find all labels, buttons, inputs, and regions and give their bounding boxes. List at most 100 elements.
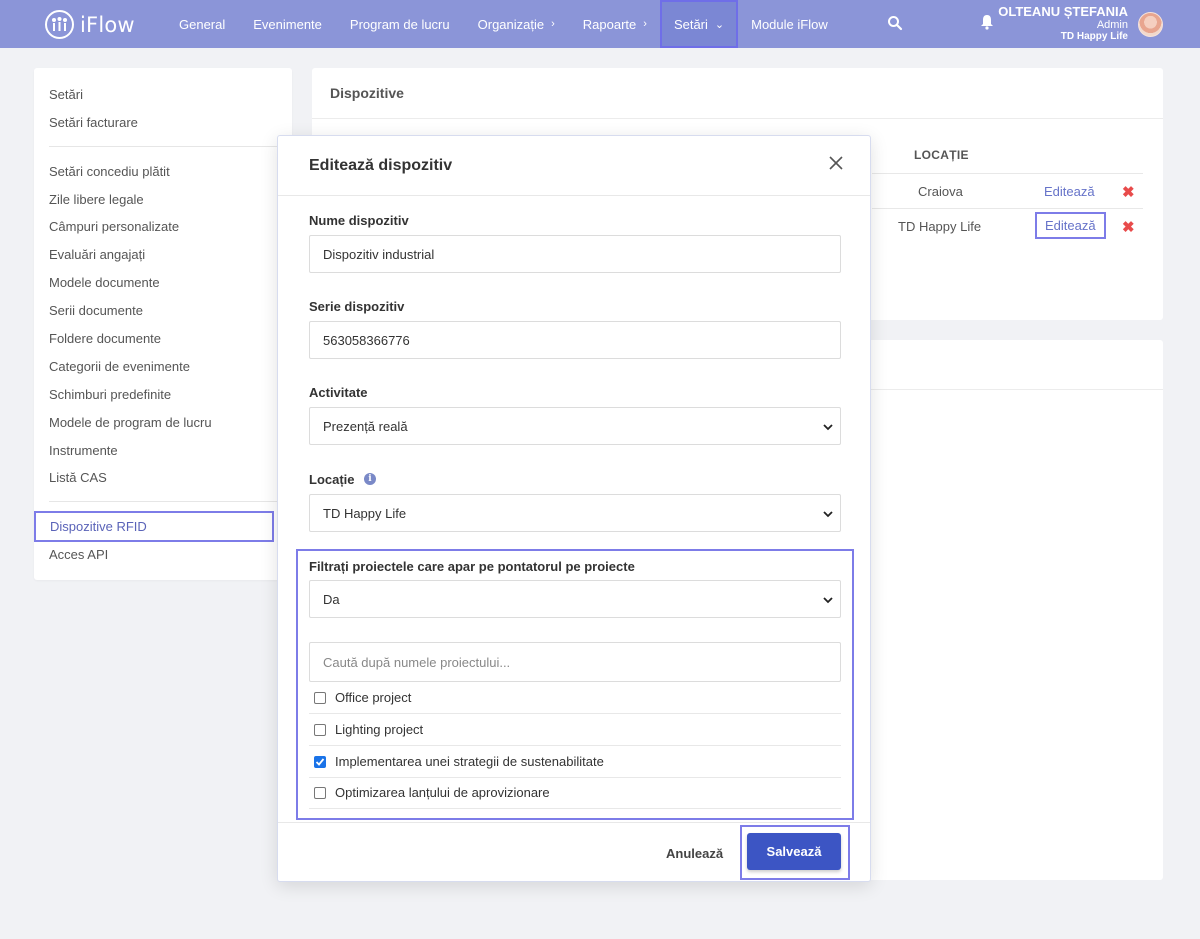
sidebar-item-zile-libere[interactable]: Zile libere legale xyxy=(49,192,144,207)
settings-sidebar: Setări Setări facturare Setări concediu … xyxy=(34,68,292,580)
location-value: TD Happy Life xyxy=(323,505,407,521)
sidebar-divider xyxy=(49,146,277,147)
check-icon xyxy=(315,757,325,766)
delete-icon[interactable]: ✖ xyxy=(1122,218,1135,236)
column-header-location: LOCAȚIE xyxy=(914,148,969,162)
divider xyxy=(312,118,1163,119)
chevron-right-icon: › xyxy=(643,18,647,30)
close-icon[interactable] xyxy=(826,153,846,173)
device-name-value: Dispozitiv industrial xyxy=(323,246,435,262)
nav-label: Evenimente xyxy=(253,16,322,32)
user-company: TD Happy Life xyxy=(1060,31,1128,42)
modal-title: Editează dispozitiv xyxy=(309,157,453,174)
project-checkbox[interactable] xyxy=(314,723,326,736)
project-checkbox[interactable] xyxy=(314,786,326,799)
chevron-down-icon xyxy=(823,511,833,518)
sidebar-item-schimburi[interactable]: Schimburi predefinite xyxy=(49,387,171,402)
cancel-button[interactable]: Anulează xyxy=(666,846,723,861)
nav-label: Organizație xyxy=(477,16,545,32)
chevron-right-icon: › xyxy=(551,18,555,30)
save-button[interactable]: Salvează xyxy=(747,833,841,870)
search-placeholder: Caută după numele proiectului... xyxy=(323,654,511,670)
nav-label: Module iFlow xyxy=(751,16,828,32)
device-serial-input[interactable]: 563058366776 xyxy=(309,321,841,359)
edit-device-link[interactable]: Editează xyxy=(1044,184,1095,199)
activity-value: Prezență reală xyxy=(323,418,408,434)
nav-setari[interactable]: Setări ⌄ xyxy=(659,0,739,48)
project-search-input[interactable]: Caută după numele proiectului... xyxy=(309,642,841,682)
project-name: Implementarea unei strategii de sustenab… xyxy=(335,754,604,769)
divider xyxy=(278,822,870,823)
sidebar-item-evaluari[interactable]: Evaluări angajați xyxy=(49,247,145,262)
divider xyxy=(872,208,1143,209)
device-location: Craiova xyxy=(918,184,963,199)
location-label: Locație xyxy=(309,472,355,487)
divider xyxy=(872,173,1143,174)
chevron-down-icon xyxy=(823,424,833,431)
nav-rapoarte[interactable]: Rapoarte › xyxy=(569,0,661,48)
user-name: OLTEANU ȘTEFANIA xyxy=(998,4,1128,19)
sidebar-item-campuri-personalizate[interactable]: Câmpuri personalizate xyxy=(49,219,179,234)
top-navbar: iFlow General Evenimente Program de lucr… xyxy=(0,0,1200,48)
user-role: Admin xyxy=(1096,19,1128,31)
iflow-logo[interactable]: iFlow xyxy=(45,10,135,39)
activity-label: Activitate xyxy=(309,385,368,400)
sidebar-item-instrumente[interactable]: Instrumente xyxy=(49,443,118,458)
sidebar-item-setari[interactable]: Setări xyxy=(49,87,83,102)
filter-projects-select[interactable]: Da xyxy=(309,580,841,618)
project-checkbox[interactable] xyxy=(314,755,326,768)
divider xyxy=(278,195,870,196)
nav-program-de-lucru[interactable]: Program de lucru xyxy=(336,0,464,48)
nav-general[interactable]: General xyxy=(165,0,239,48)
search-icon[interactable] xyxy=(887,15,903,34)
sidebar-item-dispozitive-rfid[interactable]: Dispozitive RFID xyxy=(34,511,274,542)
nav-module-iflow[interactable]: Module iFlow xyxy=(737,0,842,48)
sidebar-item-acces-api[interactable]: Acces API xyxy=(49,547,108,562)
device-serial-value: 563058366776 xyxy=(323,332,410,348)
project-checkbox[interactable] xyxy=(314,691,326,704)
logo-icon xyxy=(45,10,74,39)
sidebar-item-categorii-evenimente[interactable]: Categorii de evenimente xyxy=(49,359,190,374)
sidebar-item-modele-program[interactable]: Modele de program de lucru xyxy=(49,415,212,430)
project-name: Optimizarea lanțului de aprovizionare xyxy=(335,785,550,800)
main-nav: General Evenimente Program de lucru Orga… xyxy=(165,0,842,48)
nav-label: Setări xyxy=(673,16,708,32)
info-icon[interactable]: i xyxy=(364,473,376,485)
device-serial-label: Serie dispozitiv xyxy=(309,299,405,314)
list-item[interactable]: Office project xyxy=(309,682,841,714)
bell-icon[interactable] xyxy=(980,14,994,33)
chevron-down-icon xyxy=(823,597,833,604)
device-name-label: Nume dispozitiv xyxy=(309,213,409,228)
sidebar-item-label: Dispozitive RFID xyxy=(50,519,147,534)
sidebar-item-lista-cas[interactable]: Listă CAS xyxy=(49,470,107,485)
logo-text: iFlow xyxy=(80,12,135,37)
activity-select[interactable]: Prezență reală xyxy=(309,407,841,445)
list-item[interactable]: Lighting project xyxy=(309,714,841,746)
filter-projects-value: Da xyxy=(323,591,340,607)
nav-evenimente[interactable]: Evenimente xyxy=(239,0,336,48)
sidebar-divider xyxy=(49,501,277,502)
delete-icon[interactable]: ✖ xyxy=(1122,183,1135,201)
sidebar-item-foldere-documente[interactable]: Foldere documente xyxy=(49,331,161,346)
filter-projects-label: Filtrați proiectele care apar pe pontato… xyxy=(309,559,635,574)
sidebar-item-setari-facturare[interactable]: Setări facturare xyxy=(49,115,138,130)
sidebar-item-modele-documente[interactable]: Modele documente xyxy=(49,275,160,290)
avatar[interactable] xyxy=(1138,12,1163,37)
sidebar-item-serii-documente[interactable]: Serii documente xyxy=(49,303,143,318)
chevron-down-icon: ⌄ xyxy=(714,18,725,31)
sidebar-item-concediu-platit[interactable]: Setări concediu plătit xyxy=(49,164,170,179)
nav-organizatie[interactable]: Organizație › xyxy=(464,0,569,48)
devices-title: Dispozitive xyxy=(330,85,404,101)
location-select[interactable]: TD Happy Life xyxy=(309,494,841,532)
project-name: Lighting project xyxy=(335,722,424,737)
edit-device-modal: Editează dispozitiv Nume dispozitiv Disp… xyxy=(277,135,871,882)
user-info[interactable]: OLTEANU ȘTEFANIA Admin TD Happy Life xyxy=(998,4,1128,42)
list-item[interactable]: Optimizarea lanțului de aprovizionare xyxy=(309,777,841,809)
project-name: Office project xyxy=(335,690,412,705)
nav-label: Program de lucru xyxy=(349,16,450,32)
device-location: TD Happy Life xyxy=(898,219,982,234)
list-item[interactable]: Implementarea unei strategii de sustenab… xyxy=(309,746,841,778)
nav-label: General xyxy=(179,16,226,32)
edit-device-link[interactable]: Editează xyxy=(1035,212,1106,239)
device-name-input[interactable]: Dispozitiv industrial xyxy=(309,235,841,273)
